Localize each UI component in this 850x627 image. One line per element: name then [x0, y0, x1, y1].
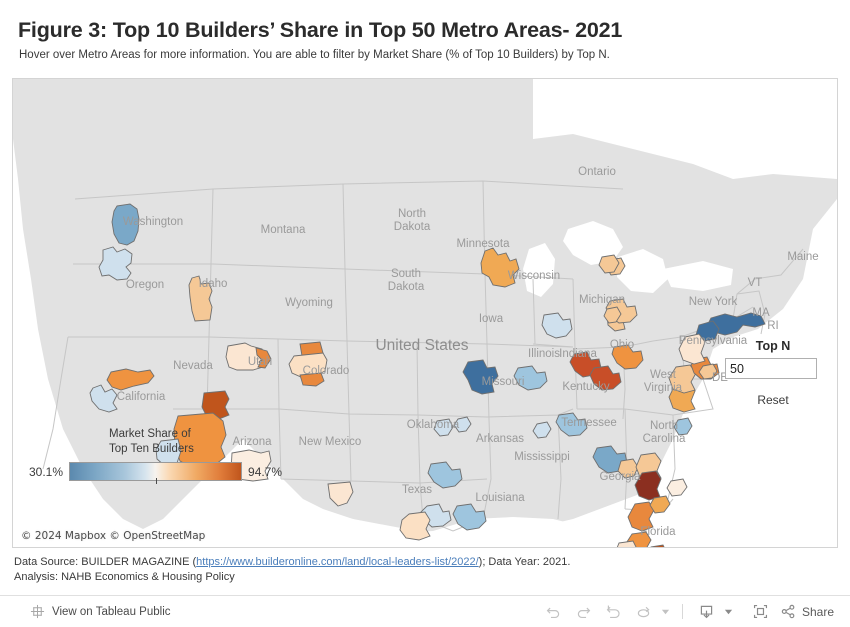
legend-max-label: 94.7%	[248, 464, 283, 479]
legend-min-label: 30.1%	[29, 464, 64, 479]
state-label: Florida	[640, 526, 676, 538]
legend-color-gradient[interactable]	[69, 462, 243, 484]
caption-prefix: Data Source: BUILDER MAGAZINE (	[14, 556, 197, 568]
chevron-down-icon[interactable]	[659, 607, 673, 616]
top-n-filter: Top N Reset	[725, 339, 821, 407]
toolbar-divider	[681, 604, 683, 619]
metro-area-portland[interactable]	[98, 246, 133, 281]
page-title: Figure 3: Top 10 Builders’ Share in Top …	[18, 18, 623, 42]
state-label: Nevada	[173, 360, 213, 372]
state-label: California	[117, 391, 166, 403]
legend-title-line1: Market Share of	[109, 428, 191, 440]
view-on-tableau-public-label: View on Tableau Public	[52, 605, 171, 618]
state-label: Colorado	[303, 365, 350, 377]
source-caption: Data Source: BUILDER MAGAZINE (https://w…	[14, 555, 570, 585]
state-label: Maine	[787, 251, 818, 263]
state-label: New York	[689, 296, 738, 308]
toolbar-actions: Share	[539, 599, 834, 625]
state-label: Texas	[402, 484, 432, 496]
state-label: Oklahoma	[407, 419, 460, 431]
page-subtitle: Hover over Metro Areas for more informat…	[19, 49, 610, 61]
tableau-logo-icon	[30, 604, 45, 619]
legend-midpoint-tick	[155, 478, 157, 484]
state-label: Iowa	[479, 313, 504, 325]
tableau-viz-container: Figure 3: Top 10 Builders’ Share in Top …	[0, 0, 850, 627]
state-label: Oregon	[126, 279, 164, 291]
revert-button[interactable]	[599, 599, 629, 625]
state-label: Ontario	[578, 166, 616, 178]
state-label: Idaho	[199, 278, 228, 290]
caption-suffix: ); Data Year: 2021.	[478, 556, 571, 568]
state-label: VT	[748, 277, 763, 289]
state-label: MA	[752, 307, 770, 319]
tableau-toolbar: View on Tableau Public Share	[0, 595, 850, 627]
undo-button[interactable]	[539, 599, 569, 625]
state-label: Illinois	[528, 348, 560, 360]
download-chevron-down-icon[interactable]	[722, 607, 736, 616]
state-label: Montana	[261, 224, 306, 236]
map-panel[interactable]: Washington Oregon Idaho Montana Wyoming Nevad…	[12, 78, 838, 548]
view-on-tableau-public-button[interactable]: View on Tableau Public	[30, 604, 171, 619]
fullscreen-button[interactable]	[746, 599, 776, 625]
state-label: North Dakota	[394, 208, 431, 233]
country-label: United States	[375, 337, 468, 354]
state-label: Louisiana	[475, 492, 525, 504]
state-label: Utah	[248, 356, 272, 368]
map-attribution: © 2024 Mapbox © OpenStreetMap	[21, 530, 206, 542]
legend-title-line2: Top Ten Builders	[109, 443, 194, 455]
top-n-label: Top N	[755, 339, 791, 353]
state-label: South Dakota	[388, 268, 425, 293]
state-label: Tennessee	[561, 417, 617, 429]
state-label: New Mexico	[299, 436, 362, 448]
caption-analysis: Analysis: NAHB Economics & Housing Polic…	[14, 571, 235, 583]
state-label: Ohio	[610, 339, 634, 351]
state-label: Michigan	[579, 294, 625, 306]
state-label: Kentucky	[562, 381, 610, 393]
state-label: Wisconsin	[508, 270, 560, 282]
state-label: Minnesota	[456, 238, 510, 250]
share-button[interactable]: Share	[780, 603, 834, 620]
reset-button[interactable]: Reset	[725, 393, 821, 407]
download-button[interactable]	[692, 599, 722, 625]
source-link[interactable]: https://www.builderonline.com/land/local…	[196, 556, 478, 568]
redo-button[interactable]	[569, 599, 599, 625]
share-label: Share	[801, 604, 834, 619]
state-label: Wyoming	[285, 297, 333, 309]
state-label: Arkansas	[476, 433, 524, 445]
top-n-input[interactable]	[725, 358, 817, 379]
state-label: Georgia	[600, 471, 642, 483]
state-label: Indiana	[559, 348, 597, 360]
map-legend: Market Share of Top Ten Builders 30.1% 9…	[29, 427, 283, 484]
state-label: Washington	[123, 216, 183, 228]
state-label: Mississippi	[514, 451, 570, 463]
state-label: Missouri	[482, 376, 525, 388]
refresh-button[interactable]	[629, 599, 659, 625]
state-label: RI	[767, 320, 779, 332]
